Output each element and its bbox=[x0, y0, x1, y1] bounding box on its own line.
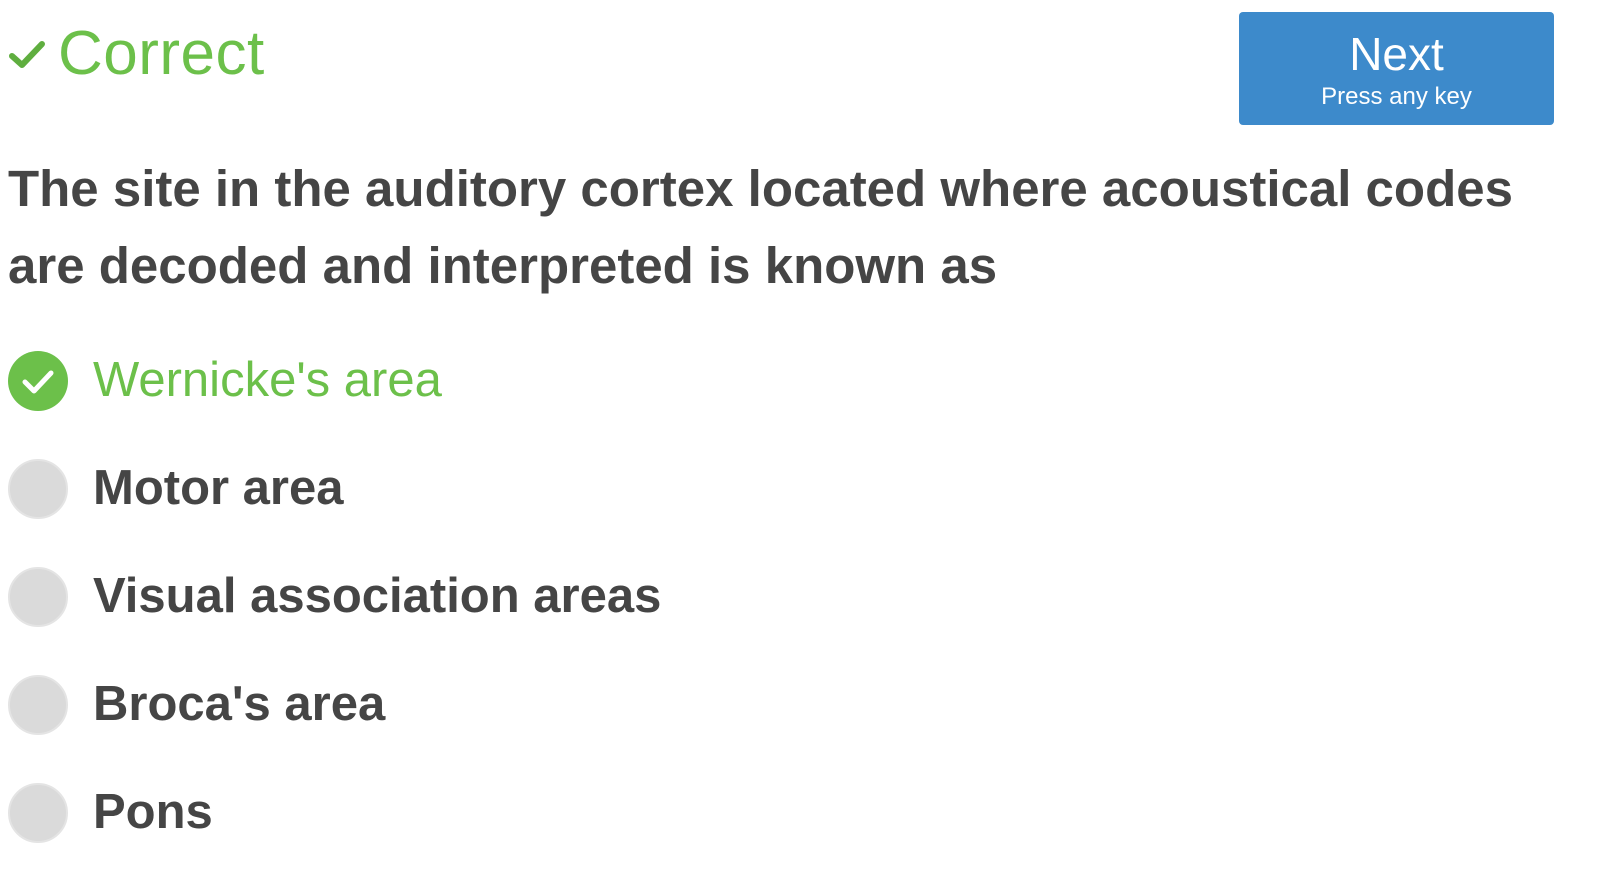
option-label: Pons bbox=[93, 785, 213, 839]
option-motor-area[interactable]: Motor area bbox=[0, 443, 1600, 551]
feedback-header: Correct Next Press any key bbox=[0, 0, 1600, 130]
answer-status: Correct bbox=[8, 18, 265, 90]
next-button-label: Next bbox=[1349, 28, 1444, 80]
question-text: The site in the auditory cortex located … bbox=[8, 160, 1513, 294]
option-label: Motor area bbox=[93, 461, 344, 515]
status-text: Correct bbox=[58, 19, 265, 88]
next-button[interactable]: Next Press any key bbox=[1239, 12, 1554, 125]
option-label: Broca's area bbox=[93, 677, 386, 731]
option-visual-association-areas[interactable]: Visual association areas bbox=[0, 551, 1600, 659]
radio-empty-icon bbox=[8, 675, 68, 735]
check-circle-icon bbox=[8, 351, 68, 411]
check-icon bbox=[8, 35, 46, 73]
answer-options: Wernicke's area Motor area Visual associ… bbox=[0, 335, 1600, 875]
radio-empty-icon bbox=[8, 459, 68, 519]
radio-empty-icon bbox=[8, 783, 68, 843]
option-pons[interactable]: Pons bbox=[0, 767, 1600, 875]
option-label: Visual association areas bbox=[93, 569, 662, 623]
radio-empty-icon bbox=[8, 567, 68, 627]
option-wernickes-area[interactable]: Wernicke's area bbox=[0, 335, 1600, 443]
option-label: Wernicke's area bbox=[93, 353, 442, 407]
option-brocas-area[interactable]: Broca's area bbox=[0, 659, 1600, 767]
next-button-hint: Press any key bbox=[1321, 83, 1472, 110]
